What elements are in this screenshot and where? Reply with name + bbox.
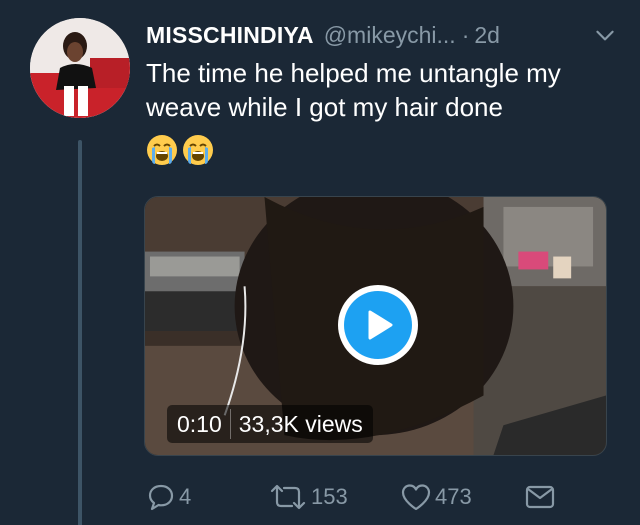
video-meta-badge: 0:10 33,3K views [167, 405, 373, 443]
video-duration: 0:10 [177, 410, 222, 437]
like-button[interactable]: 473 [400, 478, 472, 516]
retweet-count: 153 [311, 484, 348, 509]
reply-button[interactable]: 4 [146, 478, 191, 516]
like-count: 473 [435, 484, 472, 509]
header-separator: · [461, 21, 470, 48]
action-bar: 4 153 473 [146, 478, 566, 516]
view-count: 33,3K views [238, 410, 363, 437]
tweet-timestamp[interactable]: 2d [474, 22, 500, 49]
avatar-image [30, 18, 130, 118]
loudly-crying-face-icon [183, 135, 213, 165]
play-button[interactable] [338, 285, 418, 365]
loudly-crying-face-icon [147, 135, 177, 165]
thread-line [78, 140, 82, 525]
emoji-row [146, 134, 214, 168]
tweet[interactable]: MISSCHINDIYA @mikeychi... · 2d The time … [0, 0, 640, 525]
direct-message-button[interactable] [524, 478, 556, 516]
tweet-header: MISSCHINDIYA @mikeychi... · 2d [146, 18, 626, 52]
video-player[interactable]: 0:10 33,3K views [144, 196, 607, 456]
heart-icon [401, 484, 431, 511]
chevron-down-icon[interactable] [592, 22, 618, 48]
reply-count: 4 [179, 484, 192, 509]
reply-icon [148, 484, 174, 511]
message-icon [525, 485, 555, 509]
avatar[interactable] [30, 18, 130, 118]
play-button-inner [344, 291, 412, 359]
tweet-text: The time he helped me untangle my weave … [146, 58, 561, 122]
retweet-icon [270, 484, 306, 510]
play-icon [368, 310, 393, 340]
retweet-button[interactable]: 153 [268, 478, 348, 516]
user-handle[interactable]: @mikeychi... [324, 22, 456, 49]
display-name[interactable]: MISSCHINDIYA [146, 22, 314, 49]
